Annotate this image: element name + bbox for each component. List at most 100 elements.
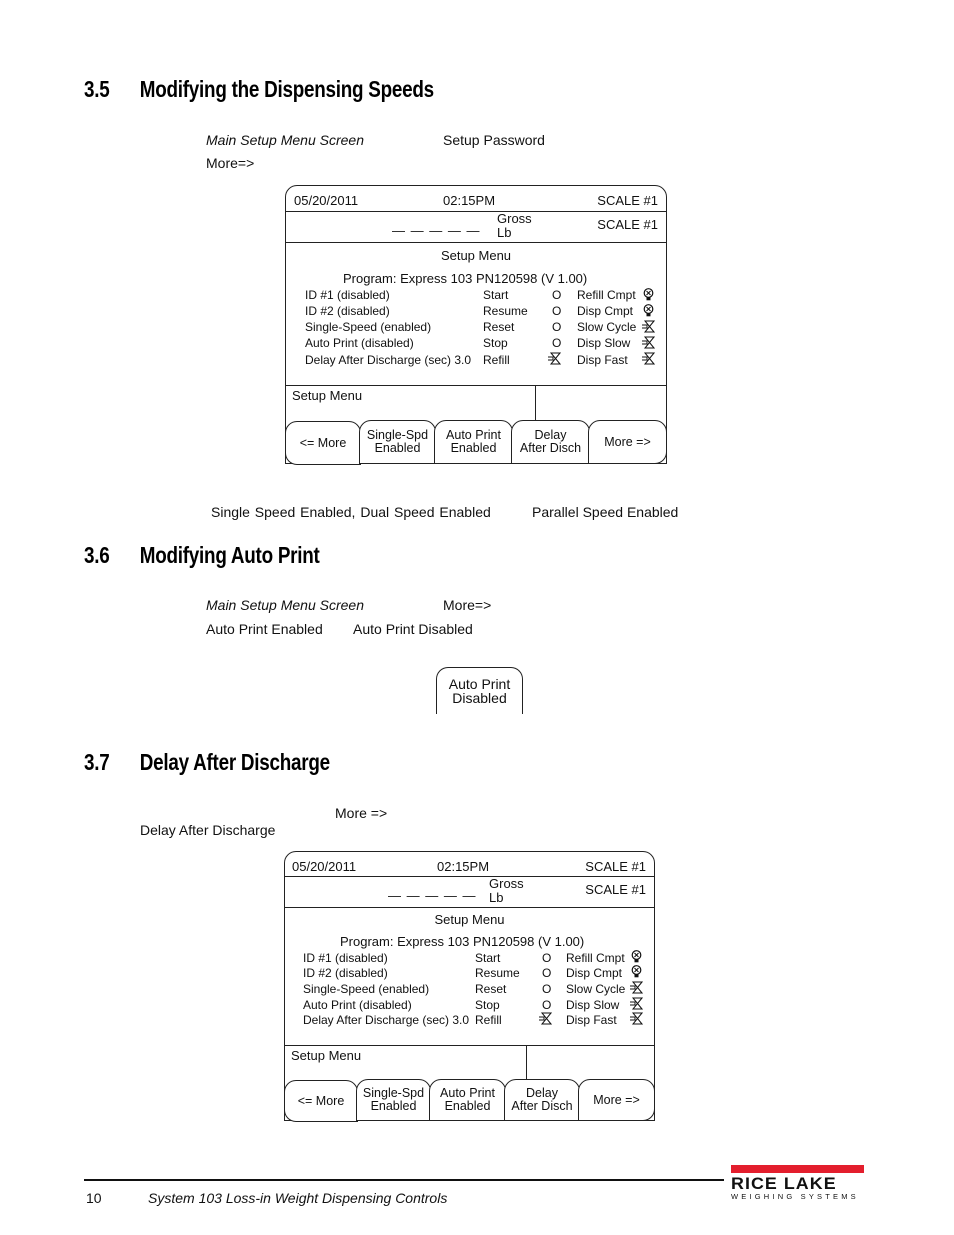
input-label: Start <box>483 288 509 302</box>
parallel-speed-text: Parallel Speed Enabled <box>532 504 679 520</box>
setting-label: ID #2 (disabled) <box>303 966 388 980</box>
softkey-more-right[interactable]: More => <box>588 420 667 464</box>
screen-header: 05/20/2011 02:15PM SCALE #1 <box>286 186 666 212</box>
valve-icon <box>642 336 655 349</box>
setup-menu-screen-1: 05/20/2011 02:15PM SCALE #1 — — — — — Gr… <box>285 185 667 465</box>
softkey-auto-print[interactable]: Auto Print Enabled <box>434 420 513 464</box>
logo-red-bar <box>731 1165 864 1173</box>
input-label: Reset <box>475 982 507 996</box>
valve-icon <box>539 1012 552 1025</box>
input-label: Start <box>475 951 501 965</box>
input-state: O <box>542 951 552 965</box>
screen-scale-label: SCALE #1 <box>597 193 658 208</box>
input-label: Stop <box>475 998 500 1012</box>
input-state: O <box>552 304 562 318</box>
output-label: Slow Cycle <box>566 982 626 996</box>
input-state: O <box>552 336 562 350</box>
input-label: Stop <box>483 336 508 350</box>
input-state: O <box>542 982 552 996</box>
softkey-bar: <= More Single-Spd Enabled Auto Print Enab… <box>285 420 667 465</box>
more-ref: More=> <box>206 155 255 171</box>
section-number: 3.6 <box>84 542 110 568</box>
logo-tagline: WEIGHING SYSTEMS <box>731 1192 859 1201</box>
input-state: O <box>552 288 562 302</box>
screen-header: 05/20/2011 02:15PM SCALE #1 <box>285 852 654 877</box>
softkey-single-spd[interactable]: Single-Spd Enabled <box>359 420 436 464</box>
output-label: Refill Cmpt <box>566 951 625 965</box>
screen-date: 05/20/2011 <box>292 859 357 874</box>
input-label: Refill <box>483 353 510 367</box>
scale-name: SCALE #1 <box>585 882 646 897</box>
status-split <box>526 1045 527 1080</box>
setting-label: Auto Print (disabled) <box>303 998 412 1012</box>
input-state: O <box>542 966 552 980</box>
valve-icon <box>642 352 655 365</box>
scale-name: SCALE #1 <box>597 217 658 232</box>
section-number: 3.5 <box>84 76 110 102</box>
setting-label: Delay After Discharge (sec) 3.0 <box>305 353 472 367</box>
screen-date: 05/20/2011 <box>294 193 359 208</box>
section-number: 3.7 <box>84 749 110 775</box>
softkey-auto-print[interactable]: Auto Print Enabled <box>429 1079 506 1121</box>
softkey-more-right[interactable]: More => <box>578 1079 655 1121</box>
screen-scale-label: SCALE #1 <box>585 859 646 874</box>
gross-label: Gross <box>497 211 532 226</box>
section-title: Modifying Auto Print <box>139 542 320 568</box>
logo-wordmark: RICE LAKE <box>731 1174 837 1193</box>
setting-label: Delay After Discharge (sec) 3.0 <box>303 1013 470 1027</box>
status-label: Setup Menu <box>291 1048 362 1063</box>
valve-icon <box>548 352 561 365</box>
valve-icon <box>642 320 655 333</box>
weight-display: — — — — — Gross Lb SCALE #1 <box>286 211 666 243</box>
lamp-icon <box>631 950 642 963</box>
weight-dashes: — — — — — <box>392 223 481 238</box>
output-label: Disp Fast <box>577 353 628 367</box>
section-title: Delay After Discharge <box>139 749 330 775</box>
output-label: Disp Slow <box>566 998 620 1012</box>
output-label: Disp Cmpt <box>566 966 623 980</box>
output-label: Refill Cmpt <box>577 288 636 302</box>
menu-title: Setup Menu <box>434 912 505 927</box>
output-label: Disp Slow <box>577 336 631 350</box>
setting-label: ID #1 (disabled) <box>303 951 388 965</box>
softkey-delay-after-disch[interactable]: Delay After Disch <box>504 1079 580 1121</box>
weight-display: — — — — — Gross Lb SCALE #1 <box>285 876 654 908</box>
weight-dashes: — — — — — <box>388 888 477 903</box>
setup-password-ref: Setup Password <box>443 132 545 148</box>
setting-label: Auto Print (disabled) <box>305 336 414 350</box>
lamp-icon <box>643 304 654 317</box>
program-info: Program: Express 103 PN120598 (V 1.00) <box>340 934 585 949</box>
valve-icon <box>630 1012 643 1025</box>
lamp-icon <box>643 288 654 301</box>
softkey-delay-after-disch[interactable]: Delay After Disch <box>511 420 590 464</box>
softkey-more-left[interactable]: <= More <box>284 1080 358 1122</box>
output-label: Disp Cmpt <box>577 304 634 318</box>
softkey-bar: <= More Single-Spd Enabled Auto Print Enab… <box>284 1079 655 1122</box>
screen-time: 02:15PM <box>437 859 490 874</box>
output-label: Slow Cycle <box>577 320 637 334</box>
status-label: Setup Menu <box>292 388 363 403</box>
softkey-more-left[interactable]: <= More <box>285 421 361 465</box>
setup-menu-screen-2: 05/20/2011 02:15PM SCALE #1 — — — — — Gr… <box>284 851 655 1122</box>
document-title: System 103 Loss-in Weight Dispensing Con… <box>148 1190 448 1206</box>
more-ref: More => <box>335 805 388 821</box>
valve-icon <box>630 981 643 994</box>
auto-print-enabled-ref: Auto Print Enabled <box>206 621 323 637</box>
unit-label: Lb <box>497 225 512 240</box>
input-label: Resume <box>475 966 520 980</box>
setting-label: ID #2 (disabled) <box>305 304 390 318</box>
screen-time: 02:15PM <box>443 193 496 208</box>
section-heading-3-5: 3.5 Modifying the Dispensing Speeds <box>84 76 434 103</box>
page-number: 10 <box>86 1190 102 1206</box>
unit-label: Lb <box>489 890 504 905</box>
setting-label: Single-Speed (enabled) <box>305 320 432 334</box>
program-info: Program: Express 103 PN120598 (V 1.00) <box>343 271 588 286</box>
setting-label: Single-Speed (enabled) <box>303 982 430 996</box>
input-label: Refill <box>475 1013 502 1027</box>
rice-lake-logo: RICE LAKE WEIGHING SYSTEMS <box>731 1165 864 1201</box>
gross-label: Gross <box>489 876 524 891</box>
input-label: Reset <box>483 320 515 334</box>
softkey-single-spd[interactable]: Single-Spd Enabled <box>356 1079 431 1121</box>
auto-print-disabled-button[interactable]: Auto Print Disabled <box>436 667 523 714</box>
main-setup-menu-screen-ref: Main Setup Menu Screen <box>206 132 364 148</box>
